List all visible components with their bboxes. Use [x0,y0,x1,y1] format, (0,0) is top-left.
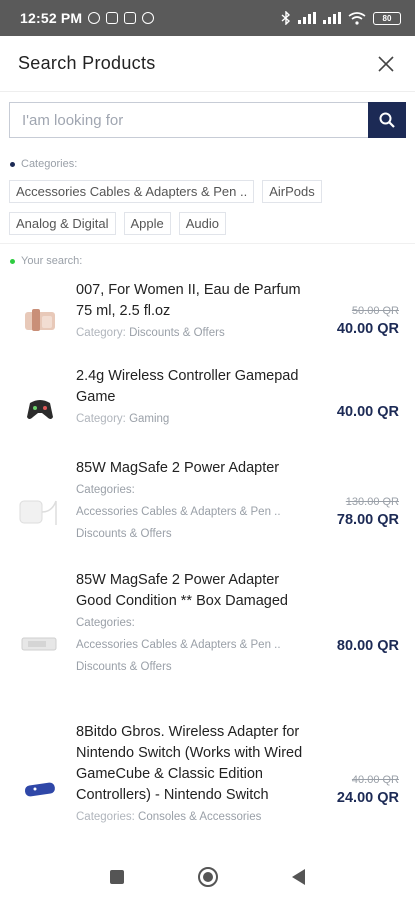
product-thumbnail [18,280,62,362]
category-label: Category: [76,413,126,425]
list-item[interactable]: 007, For Women II, Eau de Parfum 75 ml, … [0,276,415,362]
product-prices: 40.00 QR [314,366,415,454]
category-chip[interactable]: AirPods [262,180,322,203]
category-chips: Accessories Cables & Adapters & Pen .. A… [9,180,409,244]
system-nav-bar [0,854,415,900]
product-category: Category: Gaming [76,408,314,430]
product-info: 007, For Women II, Eau de Parfum 75 ml, … [76,280,314,362]
signal-icon [323,12,341,24]
chip-row: Analog & Digital Apple Audio [9,212,409,235]
close-icon[interactable] [375,53,397,75]
product-thumbnail [18,458,62,566]
product-name: 007, For Women II, Eau de Parfum 75 ml, … [76,282,301,319]
bluetooth-icon [281,11,291,25]
category-chip[interactable]: Audio [178,212,226,235]
category-value: Discounts & Offers [76,661,172,673]
product-category: Categories: Consoles & Accessories [76,806,314,828]
category-value: Gaming [129,413,170,425]
product-name: 2.4g Wireless Controller Gamepad Game [76,368,299,405]
list-item[interactable]: 85W MagSafe 2 Power Adapter Categories: … [0,454,415,566]
category-value: Discounts & Offers [76,528,172,540]
gallery-icon [124,12,137,24]
product-name: 8Bitdo Gbros. Wireless Adapter for Ninte… [76,724,303,803]
search-bar [9,102,406,138]
product-name: 85W MagSafe 2 Power Adapter Good Conditi… [76,572,288,609]
battery-icon: 80 [373,11,401,25]
header: Search Products [0,36,415,92]
product-info: 2.4g Wireless Controller Gamepad Game Ca… [76,366,314,454]
search-input[interactable] [9,102,368,138]
categories-heading: Categories: [10,158,77,170]
category-chip[interactable]: Apple [123,212,171,235]
price: 24.00 QR [336,790,399,806]
category-value: Accessories Cables & Adapters & Pen .. [76,639,281,651]
page-title: Search Products [18,53,156,73]
old-price: 50.00 QR [351,305,399,317]
category-value: Discounts & Offers [129,327,225,339]
price: 40.00 QR [336,321,399,337]
search-button[interactable] [368,102,406,138]
price: 78.00 QR [336,512,399,528]
old-price: 40.00 QR [351,774,399,786]
bullet-dot [10,161,15,167]
divider [0,243,415,244]
calendar-icon [106,12,119,24]
product-category: Category: Discounts & Offers [76,322,314,344]
product-thumbnail [18,722,62,854]
signal-icon [298,12,316,24]
category-label: Category: [76,327,126,339]
categories-label: Categories: [21,158,78,170]
price: 80.00 QR [336,638,399,654]
search-icon [379,112,395,128]
alarm-icon [88,12,101,24]
category-chip[interactable]: Accessories Cables & Adapters & Pen .. [9,180,255,203]
product-info: 85W MagSafe 2 Power Adapter Categories: … [76,458,314,566]
bullet-dot [10,258,15,264]
list-item[interactable]: 2.4g Wireless Controller Gamepad Game Ca… [0,362,415,454]
category-label: Categories: [76,617,135,629]
category-value: Consoles & Accessories [138,811,262,823]
product-prices: 40.00 QR 24.00 QR [314,722,415,854]
home-button[interactable] [198,867,218,887]
list-item[interactable]: 8Bitdo Gbros. Wireless Adapter for Ninte… [0,718,415,854]
your-search-heading: Your search: [10,255,82,267]
your-search-label: Your search: [21,255,83,267]
category-value: Accessories Cables & Adapters & Pen .. [76,506,281,518]
results-list: 007, For Women II, Eau de Parfum 75 ml, … [0,276,415,854]
notification-icon [142,12,155,24]
status-time: 12:52 PM [20,10,83,26]
product-info: 85W MagSafe 2 Power Adapter Good Conditi… [76,570,314,718]
price: 40.00 QR [336,404,399,420]
category-label: Categories: [76,811,135,823]
product-prices: 80.00 QR [314,570,415,718]
product-name: 85W MagSafe 2 Power Adapter [76,460,280,476]
product-info: 8Bitdo Gbros. Wireless Adapter for Ninte… [76,722,314,854]
list-item[interactable]: 85W MagSafe 2 Power Adapter Good Conditi… [0,566,415,718]
status-bar: 12:52 PM 80 [0,0,415,36]
category-label: Categories: [76,484,135,496]
back-button[interactable] [292,869,305,885]
category-chip[interactable]: Analog & Digital [9,212,116,235]
product-thumbnail [18,366,62,454]
product-prices: 130.00 QR 78.00 QR [314,458,415,566]
old-price: 130.00 QR [345,496,399,508]
chip-row: Accessories Cables & Adapters & Pen .. A… [9,180,409,203]
wifi-icon [348,11,366,25]
product-prices: 50.00 QR 40.00 QR [314,280,415,362]
product-thumbnail [18,570,62,718]
recents-button[interactable] [110,870,124,884]
